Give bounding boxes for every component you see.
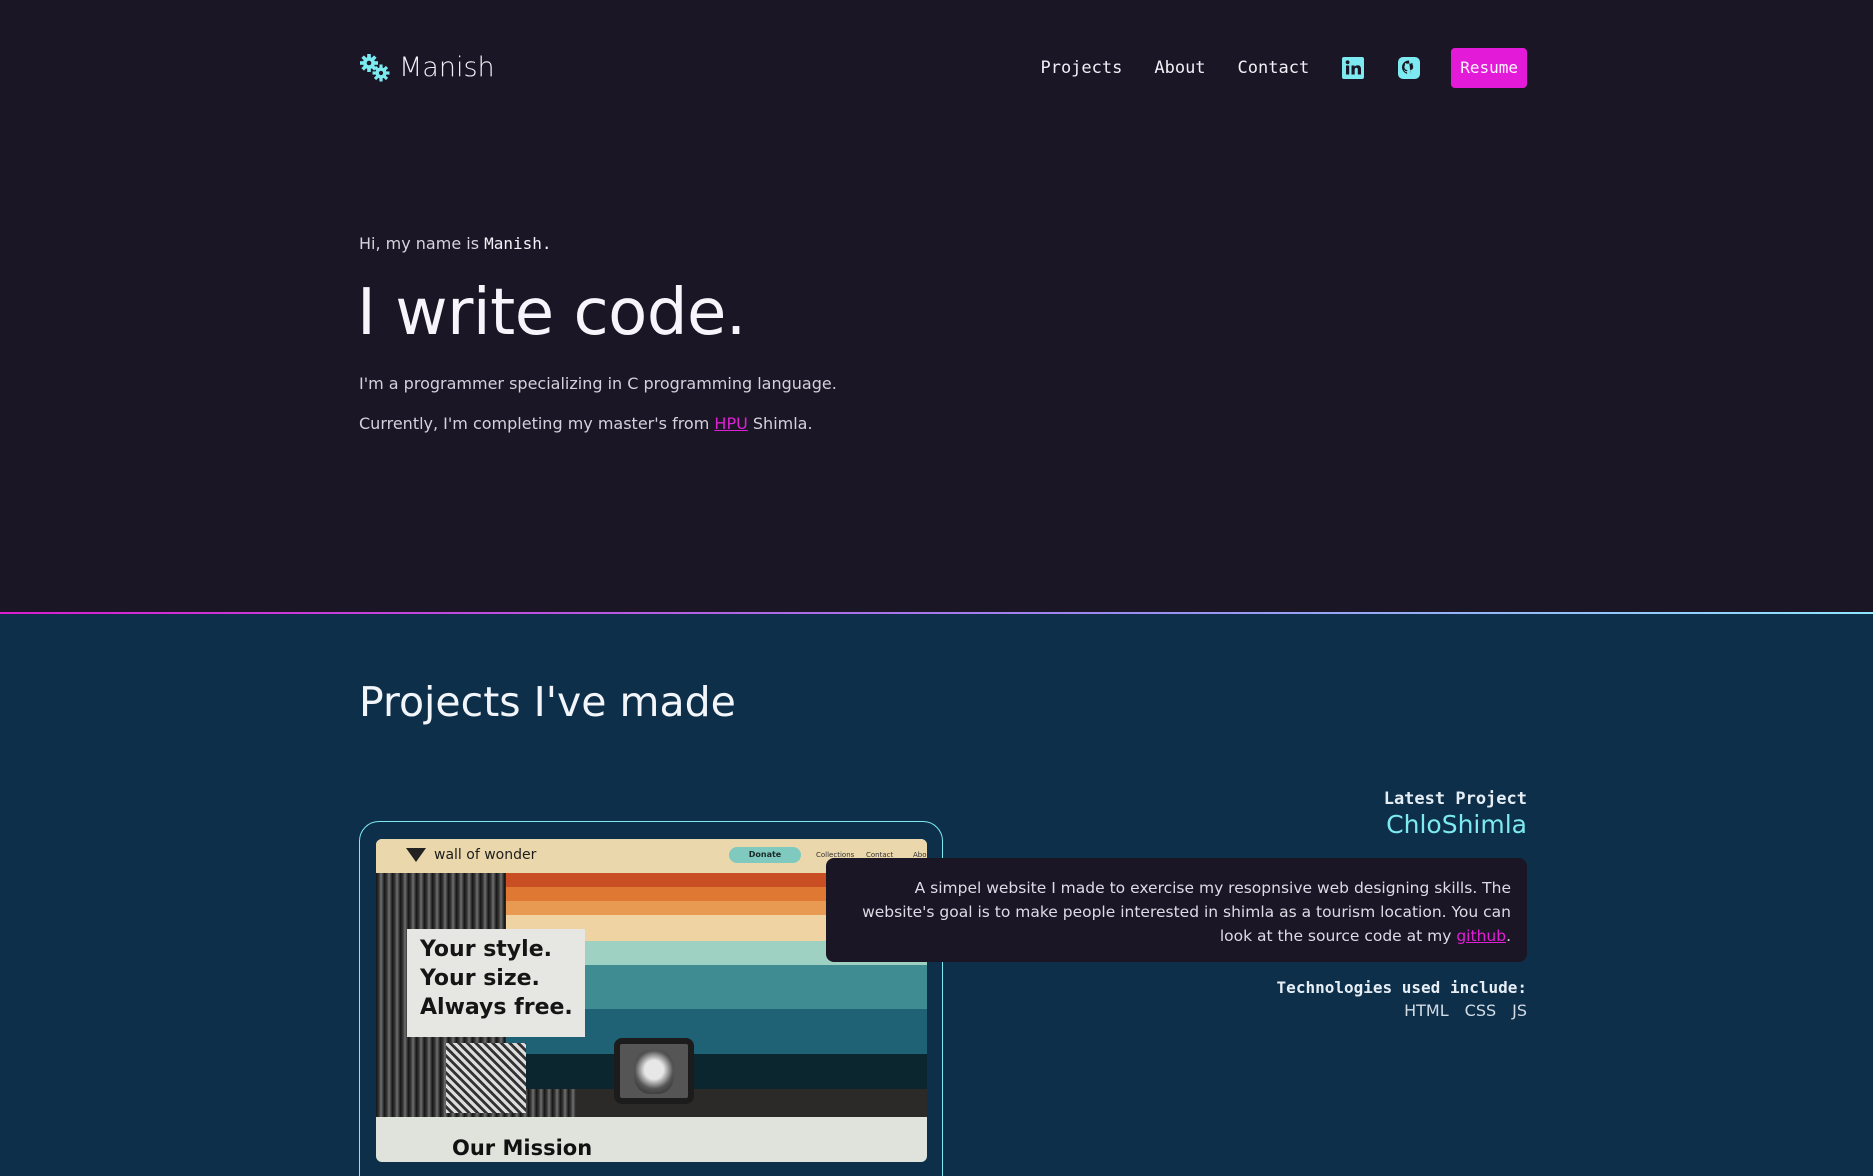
- project-name[interactable]: ChloShimla: [1386, 810, 1527, 839]
- shot-logo-mark-icon: [406, 848, 426, 862]
- shot-stripe: [506, 1054, 927, 1089]
- shot-tv-face: [634, 1050, 674, 1094]
- shot-tv-image: [614, 1038, 694, 1104]
- hero-section: [0, 0, 1873, 612]
- linkedin-icon[interactable]: [1341, 56, 1365, 80]
- github-icon[interactable]: [1397, 56, 1421, 80]
- greeting-prefix: Hi, my name is: [359, 234, 480, 253]
- shot-amp-image: [446, 1043, 526, 1113]
- description-end: .: [1506, 927, 1511, 945]
- shot-logo: wall of wonder: [406, 847, 536, 863]
- shot-donate-button: Donate: [729, 847, 801, 863]
- nav-contact[interactable]: Contact: [1238, 58, 1310, 78]
- education-prefix: Currently, I'm completing my master's fr…: [359, 414, 710, 433]
- tech-list: HTML CSS JS: [1404, 1001, 1527, 1020]
- shot-mission-heading: Our Mission: [452, 1136, 593, 1160]
- project-description: A simpel website I made to exercise my r…: [826, 858, 1527, 962]
- hero-headline: I write code.: [357, 276, 746, 350]
- hero-intro: I'm a programmer specializing in C progr…: [359, 374, 837, 393]
- tech-label: Technologies used include:: [1276, 978, 1527, 997]
- education-suffix: Shimla.: [752, 414, 813, 433]
- github-link[interactable]: github: [1456, 927, 1506, 945]
- latest-project-label: Latest Project: [1383, 789, 1527, 809]
- hero-education: Currently, I'm completing my master's fr…: [359, 414, 813, 433]
- shot-hero-text: Your style. Your size. Always free.: [420, 937, 573, 1020]
- shot-site-name: wall of wonder: [434, 847, 537, 863]
- projects-title: Projects I've made: [359, 678, 736, 726]
- tech-item: JS: [1512, 1001, 1527, 1020]
- logo-text: Manish: [399, 52, 495, 83]
- greeting: Hi, my name is Manish.: [359, 234, 552, 253]
- nav-about[interactable]: About: [1154, 58, 1205, 78]
- top-nav: Projects About Contact Resume: [1040, 48, 1527, 88]
- nav-projects[interactable]: Projects: [1040, 58, 1122, 78]
- gears-icon: [360, 53, 390, 81]
- hpu-link[interactable]: HPU: [714, 414, 747, 433]
- tech-item: HTML: [1404, 1001, 1449, 1020]
- greeting-name: Manish.: [484, 234, 552, 253]
- site-logo[interactable]: Manish: [359, 52, 495, 83]
- tech-item: CSS: [1464, 1001, 1497, 1020]
- description-text: A simpel website I made to exercise my r…: [862, 879, 1511, 945]
- resume-button[interactable]: Resume: [1451, 48, 1527, 88]
- shot-hero-card: Your style. Your size. Always free.: [407, 929, 585, 1037]
